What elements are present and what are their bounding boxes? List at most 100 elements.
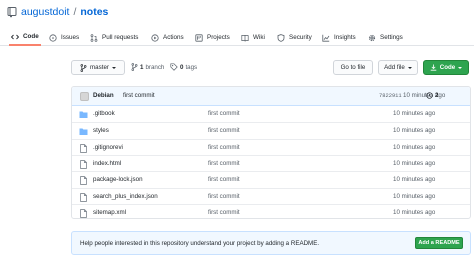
branch-select-button[interactable]: master bbox=[71, 60, 125, 75]
book-icon bbox=[241, 34, 249, 42]
tab-pull-requests[interactable]: Pull requests bbox=[88, 29, 140, 46]
chevron-down-icon bbox=[111, 66, 116, 69]
latest-commit-bar: Debian first commit 7822911 10 minutes a… bbox=[72, 87, 470, 106]
file-commit-message-link[interactable]: first commit bbox=[208, 176, 240, 183]
tab-label: Pull requests bbox=[102, 34, 139, 41]
file-name-link[interactable]: index.html bbox=[93, 160, 121, 167]
commit-author-link[interactable]: Debian bbox=[93, 92, 114, 99]
tab-label: Actions bbox=[163, 34, 184, 41]
tag-icon bbox=[170, 63, 178, 71]
file-commit-message-link[interactable]: first commit bbox=[208, 160, 240, 167]
folder-icon bbox=[79, 111, 88, 118]
file-commit-message-link[interactable]: first commit bbox=[208, 193, 240, 200]
go-to-file-button[interactable]: Go to file bbox=[333, 60, 373, 75]
file-commit-message-link[interactable]: first commit bbox=[208, 209, 240, 216]
file-row[interactable]: sitemap.xml first commit 10 minutes ago bbox=[72, 203, 470, 218]
file-icon bbox=[80, 160, 87, 169]
file-commit-time: 10 minutes ago bbox=[393, 143, 436, 151]
repo-name-link[interactable]: notes bbox=[80, 6, 108, 18]
file-commit-time: 10 minutes ago bbox=[393, 110, 436, 117]
file-commit-message-link[interactable]: first commit bbox=[208, 127, 240, 134]
issue-icon bbox=[49, 33, 57, 42]
file-name-link[interactable]: styles bbox=[93, 127, 109, 134]
file-row[interactable]: package-lock.json first commit 10 minutes … bbox=[72, 171, 470, 187]
branch-count-link[interactable]: 1 branch bbox=[131, 63, 164, 71]
gear-icon bbox=[368, 34, 376, 41]
branch-name: master bbox=[90, 64, 109, 71]
tab-insights[interactable]: Insights bbox=[320, 29, 358, 46]
chevron-down-icon bbox=[458, 66, 463, 69]
branch-count: 1 bbox=[140, 63, 144, 71]
file-name-link[interactable]: package-lock.json bbox=[93, 176, 143, 183]
file-row[interactable]: styles first commit 10 minutes ago bbox=[72, 122, 470, 138]
file-name-link[interactable]: search_plus_index.json bbox=[93, 193, 158, 200]
readme-prompt: Help people interested in this repositor… bbox=[80, 240, 320, 247]
readme-banner: Help people interested in this repositor… bbox=[71, 231, 471, 255]
file-icon bbox=[80, 176, 87, 185]
tab-label: Settings bbox=[380, 34, 403, 41]
file-listing: Debian first commit 7822911 10 minutes a… bbox=[71, 86, 471, 219]
tab-projects[interactable]: Projects bbox=[193, 29, 232, 46]
add-file-button[interactable]: Add file bbox=[378, 60, 418, 75]
code-icon bbox=[11, 34, 19, 39]
file-commit-time: 10 minutes ago bbox=[393, 208, 436, 216]
file-commit-time: 10 minutes ago bbox=[393, 176, 436, 184]
commit-count: 2 bbox=[435, 92, 439, 99]
branch-icon bbox=[131, 63, 138, 71]
tab-label: Projects bbox=[207, 34, 230, 41]
repo-owner-link[interactable]: augustdoit bbox=[21, 6, 69, 18]
commit-history-link[interactable]: 2 bbox=[426, 92, 438, 99]
folder-icon bbox=[79, 128, 88, 136]
file-name-link[interactable]: .gitignorevi bbox=[93, 144, 123, 151]
repo-separator: / bbox=[73, 6, 77, 18]
file-name-link[interactable]: sitemap.xml bbox=[93, 209, 126, 216]
branch-count-label: branch bbox=[145, 63, 165, 71]
repo-title: augustdoit / notes bbox=[7, 5, 108, 19]
avatar bbox=[80, 92, 89, 101]
tab-label: Code bbox=[23, 33, 39, 40]
chevron-down-icon bbox=[407, 66, 412, 69]
tag-count-label: tags bbox=[185, 63, 198, 71]
tab-code[interactable]: Code bbox=[9, 29, 41, 46]
commit-sha-link[interactable]: 7822911 bbox=[379, 93, 402, 99]
tab-security[interactable]: Security bbox=[275, 29, 314, 46]
file-commit-message-link[interactable]: first commit bbox=[208, 144, 240, 151]
tab-label: Issues bbox=[61, 34, 80, 41]
code-button-label: Code bbox=[439, 64, 456, 71]
play-icon bbox=[151, 33, 159, 42]
repo-header: augustdoit / notes bbox=[0, 0, 474, 26]
file-commit-time: 10 minutes ago bbox=[393, 159, 436, 167]
tab-label: Security bbox=[289, 34, 312, 41]
tab-issues[interactable]: Issues bbox=[47, 29, 81, 46]
shield-icon bbox=[277, 33, 285, 42]
history-icon bbox=[426, 92, 433, 99]
file-commit-time: 10 minutes ago bbox=[393, 192, 436, 200]
code-button[interactable]: Code bbox=[423, 60, 469, 75]
go-to-file-label: Go to file bbox=[340, 64, 366, 71]
file-row[interactable]: .gitbook first commit 10 minutes ago bbox=[72, 106, 470, 122]
download-icon bbox=[430, 64, 437, 71]
tab-wiki[interactable]: Wiki bbox=[239, 29, 267, 46]
graph-icon bbox=[322, 34, 330, 42]
tab-settings[interactable]: Settings bbox=[366, 29, 405, 46]
repo-icon bbox=[7, 6, 17, 18]
add-readme-button[interactable]: Add a README bbox=[415, 237, 463, 249]
branch-icon bbox=[80, 63, 87, 72]
pull-request-icon bbox=[90, 33, 98, 42]
tag-count: 0 bbox=[180, 63, 184, 71]
project-icon bbox=[195, 33, 203, 42]
file-commit-time: 10 minutes ago bbox=[393, 127, 436, 135]
commit-message-link[interactable]: first commit bbox=[123, 92, 155, 99]
file-row[interactable]: .gitignorevi first commit 10 minutes ago bbox=[72, 138, 470, 155]
commit-time: 10 minutes ago bbox=[403, 92, 446, 99]
tab-label: Wiki bbox=[253, 34, 265, 41]
file-commit-message-link[interactable]: first commit bbox=[208, 110, 240, 117]
tab-actions[interactable]: Actions bbox=[149, 29, 186, 46]
file-name-link[interactable]: .gitbook bbox=[93, 110, 115, 117]
file-row[interactable]: search_plus_index.json first commit 10 min… bbox=[72, 187, 470, 204]
file-row[interactable]: index.html first commit 10 minutes ago bbox=[72, 154, 470, 171]
file-icon bbox=[80, 192, 87, 202]
tag-count-link[interactable]: 0 tags bbox=[170, 63, 197, 71]
add-file-label: Add file bbox=[384, 64, 405, 71]
tab-label: Insights bbox=[334, 34, 356, 41]
